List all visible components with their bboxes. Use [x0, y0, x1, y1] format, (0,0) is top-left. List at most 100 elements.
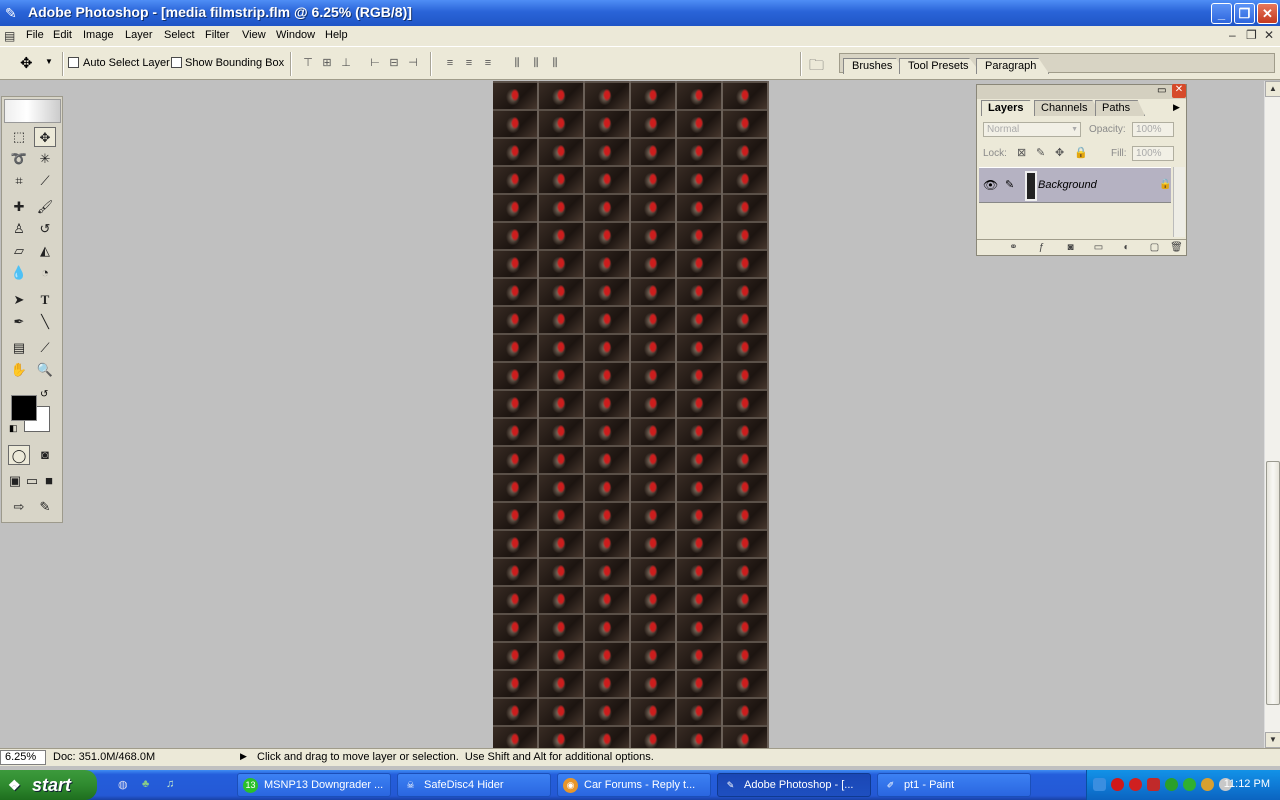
- tab-tool-presets[interactable]: Tool Presets: [899, 58, 982, 74]
- menu-filter[interactable]: Filter: [205, 29, 229, 41]
- tab-layers[interactable]: Layers: [981, 100, 1039, 116]
- clone-stamp-icon[interactable]: ♙: [8, 219, 30, 239]
- new-layer-icon[interactable]: ▢: [1148, 241, 1161, 254]
- task-car-forums[interactable]: ◉ Car Forums - Reply t...: [557, 773, 711, 797]
- screen-mode-menu-icon[interactable]: ▭: [23, 471, 41, 491]
- default-colors-icon[interactable]: ◧: [9, 423, 18, 434]
- menu-select[interactable]: Select: [164, 29, 195, 41]
- close-button[interactable]: ✕: [1257, 3, 1278, 24]
- scroll-thumb[interactable]: [1266, 461, 1280, 705]
- tab-brushes[interactable]: Brushes: [843, 58, 906, 74]
- task-adobe-photoshop[interactable]: ✎ Adobe Photoshop - [...: [717, 773, 871, 797]
- distribute-hcenter-icon[interactable]: ⫼: [529, 57, 543, 70]
- quick-mask-icon[interactable]: ◙: [34, 445, 56, 465]
- opacity-field[interactable]: 100%: [1132, 122, 1174, 137]
- blur-tool-icon[interactable]: 💧: [8, 263, 30, 283]
- move-tool-icon[interactable]: ✥: [34, 127, 56, 147]
- menu-edit[interactable]: Edit: [53, 29, 72, 41]
- menu-help[interactable]: Help: [325, 29, 348, 41]
- vertical-scrollbar[interactable]: ▲ ▼: [1264, 81, 1280, 748]
- lock-position-icon[interactable]: ✥: [1055, 146, 1064, 159]
- new-group-icon[interactable]: ▭: [1092, 241, 1105, 254]
- lock-all-icon[interactable]: 🔒: [1074, 146, 1088, 159]
- bounding-box-checkbox[interactable]: [171, 57, 182, 68]
- start-button[interactable]: ❖ start: [0, 770, 97, 800]
- record-icon[interactable]: [1111, 778, 1124, 791]
- utorrent-icon[interactable]: [1165, 778, 1178, 791]
- document-canvas[interactable]: [493, 81, 769, 748]
- fill-field[interactable]: 100%: [1132, 146, 1174, 161]
- layers-scrollbar[interactable]: [1173, 167, 1185, 237]
- blend-mode-select[interactable]: Normal ▼: [983, 122, 1081, 137]
- feather-logo[interactable]: [4, 99, 61, 123]
- palette-menu-icon[interactable]: ▶: [1173, 102, 1180, 113]
- adjustment-layer-icon[interactable]: ◐: [1120, 241, 1133, 254]
- zoom-tool-icon[interactable]: 🔍: [34, 360, 56, 380]
- lasso-tool-icon[interactable]: ➰: [8, 149, 30, 169]
- path-selection-icon[interactable]: ➤: [8, 290, 30, 310]
- align-vcenter-icon[interactable]: ⊞: [320, 57, 334, 70]
- layer-row-background[interactable]: 👁 ✎ Background 🔒: [979, 167, 1171, 203]
- distribute-top-icon[interactable]: ≡: [443, 57, 457, 70]
- standard-mode-icon[interactable]: ◯: [8, 445, 30, 465]
- file-browser-icon[interactable]: 🗀: [809, 55, 824, 80]
- tab-channels[interactable]: Channels: [1034, 100, 1103, 116]
- task-safedisc4-hider[interactable]: ☠ SafeDisc4 Hider: [397, 773, 551, 797]
- align-right-icon[interactable]: ⊣: [406, 57, 420, 70]
- layer-style-icon[interactable]: ƒ: [1035, 241, 1048, 254]
- msn-messenger-icon[interactable]: [1183, 778, 1196, 791]
- tab-paths[interactable]: Paths: [1095, 100, 1146, 116]
- eraser-tool-icon[interactable]: ▱: [8, 241, 30, 261]
- distribute-left-icon[interactable]: ⫼: [510, 57, 524, 70]
- swap-colors-icon[interactable]: ↺: [40, 389, 48, 400]
- palette-close-icon[interactable]: ✕: [1172, 84, 1186, 98]
- lock-transparency-icon[interactable]: ⊠: [1017, 146, 1026, 159]
- palette-minimize-icon[interactable]: ▭: [1157, 85, 1166, 96]
- distribute-bottom-icon[interactable]: ≡: [481, 57, 495, 70]
- crop-tool-icon[interactable]: ⌗: [8, 171, 30, 191]
- brush-link-icon[interactable]: ✎: [1005, 178, 1014, 191]
- task-msnp13-downgrader[interactable]: 13 MSNP13 Downgrader ...: [237, 773, 391, 797]
- distribute-vcenter-icon[interactable]: ≡: [462, 57, 476, 70]
- menu-layer[interactable]: Layer: [125, 29, 153, 41]
- jump-to-imageready-icon[interactable]: ⇨: [8, 497, 30, 517]
- brush-tool-icon[interactable]: 🖌: [34, 197, 56, 217]
- tray-app-icon[interactable]: [1147, 778, 1160, 791]
- healing-brush-icon[interactable]: ✚: [8, 197, 30, 217]
- doc-minimize-icon[interactable]: –: [1229, 28, 1236, 42]
- menu-window[interactable]: Window: [276, 29, 315, 41]
- menu-view[interactable]: View: [242, 29, 266, 41]
- quicklaunch-msn-icon[interactable]: ♣: [142, 778, 149, 790]
- slice-tool-icon[interactable]: ⟋: [34, 171, 56, 191]
- distribute-right-icon[interactable]: ⫼: [548, 57, 562, 70]
- network-icon[interactable]: [1093, 778, 1106, 791]
- paint-bucket-icon[interactable]: ◭: [34, 241, 56, 261]
- line-tool-icon[interactable]: ╲: [34, 312, 56, 332]
- link-layers-icon[interactable]: ⚭: [1007, 241, 1020, 254]
- magic-wand-icon[interactable]: ✳: [34, 149, 56, 169]
- add-mask-icon[interactable]: ◙: [1064, 241, 1077, 254]
- move-tool-preset-icon[interactable]: ✥: [20, 54, 33, 72]
- doc-close-icon[interactable]: ✕: [1264, 28, 1274, 42]
- menu-image[interactable]: Image: [83, 29, 114, 41]
- align-top-icon[interactable]: ⊤: [301, 57, 315, 70]
- document-icon[interactable]: ▤: [4, 29, 15, 43]
- eyedropper-icon[interactable]: ⟋: [34, 338, 56, 358]
- task-pt1-paint[interactable]: ✐ pt1 - Paint: [877, 773, 1031, 797]
- menu-file[interactable]: File: [26, 29, 44, 41]
- screen-mode-full-icon[interactable]: ■: [40, 471, 58, 491]
- dodge-tool-icon[interactable]: ◔: [34, 263, 56, 283]
- lock-pixels-icon[interactable]: ✎: [1036, 146, 1045, 159]
- restore-button[interactable]: ❐: [1234, 3, 1255, 24]
- zoom-field[interactable]: 6.25%: [0, 750, 46, 765]
- palette-title-bar[interactable]: ▭ ✕: [977, 84, 1186, 99]
- scroll-up-arrow[interactable]: ▲: [1265, 81, 1280, 97]
- tray-tool-icon[interactable]: [1201, 778, 1214, 791]
- doc-restore-icon[interactable]: ❐: [1246, 28, 1257, 42]
- antivirus-icon[interactable]: [1129, 778, 1142, 791]
- pen-tool-icon[interactable]: ✒: [8, 312, 30, 332]
- foreground-color-swatch[interactable]: [11, 395, 37, 421]
- history-brush-icon[interactable]: ↺: [34, 219, 56, 239]
- screen-mode-standard-icon[interactable]: ▣: [6, 471, 24, 491]
- type-tool-icon[interactable]: T: [34, 290, 56, 310]
